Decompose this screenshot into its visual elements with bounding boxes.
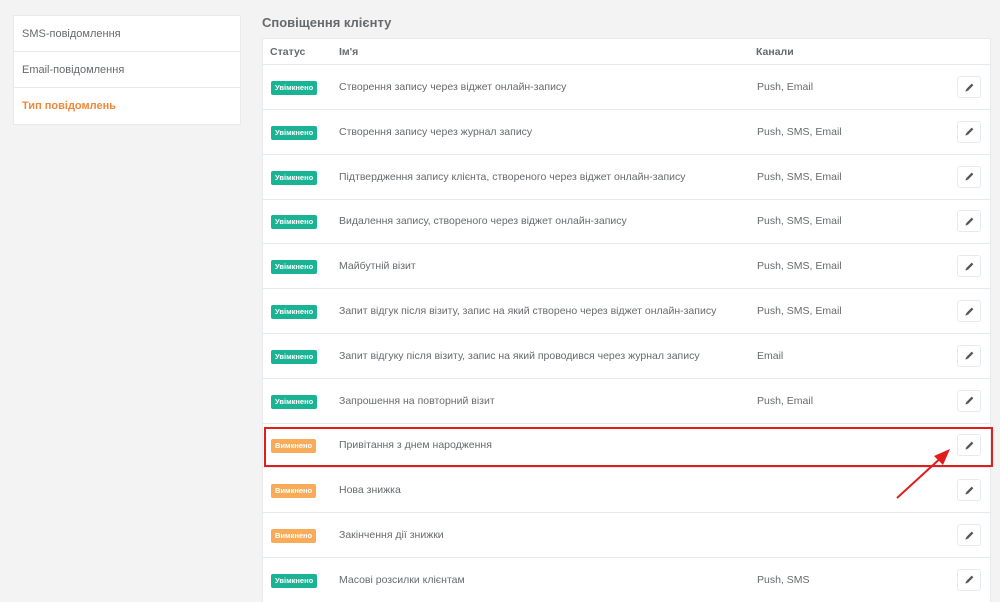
edit-button[interactable] [957,255,981,278]
status-badge: Увімкнено [271,215,318,230]
notification-channels: Push, SMS, Email [757,260,842,273]
notification-name: Підтвердження запису клієнта, створеного… [339,170,686,183]
status-badge: Вимкнено [271,439,317,454]
sidebar: SMS-повідомлення Email-повідомлення Тип … [13,15,241,125]
table-row: Увімкнено Запит відгуку після візиту, зап… [263,334,990,379]
sidebar-item-email[interactable]: Email-повідомлення [14,52,240,88]
edit-button[interactable] [957,165,981,188]
notification-channels: Email [757,349,784,362]
notification-name: Привітання з днем народження [339,439,492,452]
pencil-icon [964,575,973,584]
status-badge: Увімкнено [271,170,318,185]
table-row: Вимкнено Привітання з днем народження [263,423,990,469]
edit-button[interactable] [957,344,981,367]
notification-channels: Push, SMS, Email [757,125,842,138]
header-name: Ім'я [339,46,359,58]
table-row: Увімкнено Масові розсилки клієнтам Push, S… [263,558,990,602]
pencil-icon [964,351,973,360]
edit-button[interactable] [957,479,981,502]
status-badge: Увімкнено [271,573,318,588]
notification-name: Нова знижка [339,484,401,497]
pencil-icon [964,441,973,450]
edit-button[interactable] [957,210,981,233]
status-badge: Увімкнено [271,349,318,364]
page-title: Сповіщення клієнту [262,15,392,30]
pencil-icon [964,486,973,495]
pencil-icon [964,127,973,136]
pencil-icon [964,396,973,405]
notification-channels: Push, SMS, Email [757,305,842,317]
status-badge: Увімкнено [271,260,318,275]
table-row: Увімкнено Підтвердження запису клієнта, с… [263,155,990,200]
notification-channels: Push, SMS, Email [757,170,842,183]
table-row: Увімкнено Майбутній візит Push, SMS, Email [263,244,990,290]
table-row: Увімкнено Створення запису через журнал з… [263,110,990,155]
table-row: Вимкнено Закінчення дії знижки [263,513,990,558]
table-row: Увімкнено Запрошення на повторний візит Pu… [263,379,990,424]
sidebar-item-notification-type[interactable]: Тип повідомлень [14,88,240,124]
notification-channels: Push, SMS [757,573,810,586]
table-row: Увімкнено Видалення запису, створеного че… [263,199,990,245]
edit-button[interactable] [957,120,981,143]
notification-channels: Push, Email [757,81,814,93]
edit-button[interactable] [957,300,981,322]
notification-name: Масові розсилки клієнтам [339,573,465,586]
notification-name: Створення запису через журнал запису [339,125,533,138]
edit-button[interactable] [957,524,981,546]
notification-name: Запит відгуку після візиту, запис на яки… [339,349,700,362]
notification-name: Закінчення дії знижки [339,529,444,541]
pencil-icon [964,262,973,271]
header-channels: Канали [756,46,794,58]
notification-name: Видалення запису, створеного через відже… [339,215,627,228]
notification-channels: Push, SMS, Email [757,215,842,228]
pencil-icon [964,217,973,226]
pencil-icon [964,83,973,92]
pencil-icon [964,531,973,540]
status-badge: Увімкнено [271,125,318,140]
table-row: Увімкнено Запит відгук після візиту, запи… [263,289,990,334]
sidebar-item-sms[interactable]: SMS-повідомлення [14,16,240,52]
edit-button[interactable] [957,389,981,412]
header-status: Статус [270,46,306,58]
edit-button[interactable] [957,568,981,591]
status-badge: Увімкнено [271,394,318,409]
notification-name: Запит відгук після візиту, запис на який… [339,305,717,317]
table-row: Увімкнено Створення запису через віджет о… [263,65,990,110]
notification-name: Майбутній візит [339,260,416,273]
status-badge: Вимкнено [271,484,317,499]
notification-name: Створення запису через віджет онлайн-зап… [339,81,567,93]
pencil-icon [964,307,973,316]
status-badge: Увімкнено [271,305,318,319]
edit-button[interactable] [957,76,981,98]
table-header: Статус Ім'я Канали [263,39,990,65]
status-badge: Вимкнено [271,529,317,543]
edit-button[interactable] [957,434,981,457]
notification-channels: Push, Email [757,394,814,407]
notification-name: Запрошення на повторний візит [339,394,495,407]
notifications-table: Статус Ім'я Канали Увімкнено Створення за… [262,38,991,602]
table-row: Вимкнено Нова знижка [263,468,990,514]
status-badge: Увімкнено [271,81,318,95]
pencil-icon [964,172,973,181]
